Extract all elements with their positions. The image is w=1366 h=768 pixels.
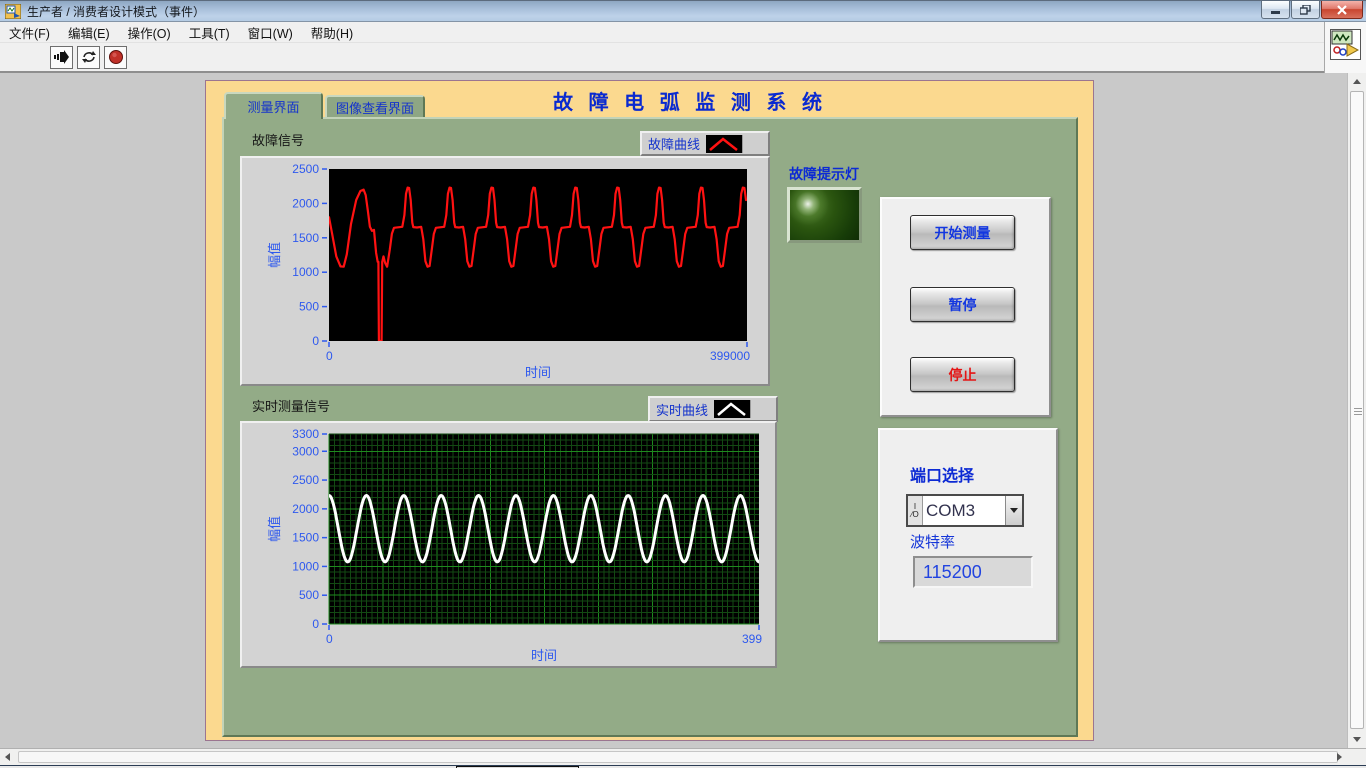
port-combo[interactable]: I⁄O COM3	[906, 494, 1024, 527]
realtime-legend[interactable]: 实时曲线	[648, 396, 778, 422]
port-value: COM3	[923, 496, 1005, 525]
menu-bar: 文件(F)编辑(E)操作(O)工具(T)窗口(W)帮助(H)	[0, 22, 1366, 43]
baud-rate-value: 115200	[913, 556, 1033, 588]
svg-text:0: 0	[326, 632, 333, 646]
fault-led[interactable]	[787, 187, 862, 243]
fault-signal-chart[interactable]: 0 500 1000 1500 2000 2500 0 399000 时间 幅值	[240, 156, 770, 386]
fault-legend-tail	[742, 135, 766, 153]
minimize-button[interactable]	[1261, 1, 1290, 19]
tab-measurement[interactable]: 测量界面	[224, 92, 323, 119]
window-title: 生产者 / 消费者设计模式（事件）	[27, 3, 205, 20]
menu-item-5[interactable]: 帮助(H)	[302, 21, 362, 44]
fault-legend-swatch	[706, 135, 742, 153]
vi-icon-graphic	[1331, 30, 1360, 59]
fault-legend[interactable]: 故障曲线	[640, 131, 770, 156]
combo-dropdown-button[interactable]	[1005, 496, 1022, 525]
svg-text:1000: 1000	[292, 265, 319, 279]
io-glyph-icon: I⁄O	[908, 496, 923, 525]
run-continuous-icon	[81, 49, 97, 65]
svg-text:幅值: 幅值	[267, 516, 282, 542]
svg-text:3300: 3300	[292, 427, 319, 441]
title-bar: 生产者 / 消费者设计模式（事件）	[0, 0, 1366, 22]
vertical-scrollbar[interactable]	[1347, 73, 1366, 748]
svg-text:399: 399	[742, 632, 762, 646]
close-icon	[1337, 5, 1347, 15]
toolbar	[0, 43, 1366, 73]
app-icon	[5, 4, 21, 19]
abort-icon	[108, 49, 124, 65]
svg-text:2000: 2000	[292, 196, 319, 210]
restore-button[interactable]	[1291, 1, 1320, 19]
realtime-signal-chart[interactable]: 0 500 1000 1500 2000 2500 3000 3300 0 399 时间 幅值	[240, 421, 777, 668]
baud-rate-label: 波特率	[910, 531, 955, 552]
pause-button[interactable]: 暂停	[910, 287, 1015, 322]
minimize-icon	[1271, 5, 1281, 14]
port-panel	[878, 428, 1058, 642]
svg-text:399000: 399000	[710, 349, 750, 363]
menu-item-0[interactable]: 文件(F)	[0, 21, 59, 44]
realtime-legend-tail	[750, 400, 774, 418]
menu-item-4[interactable]: 窗口(W)	[239, 21, 302, 44]
svg-text:时间: 时间	[531, 648, 557, 663]
svg-text:3000: 3000	[292, 444, 319, 458]
vi-icon[interactable]	[1330, 29, 1361, 60]
svg-text:2000: 2000	[292, 502, 319, 516]
abort-button[interactable]	[104, 46, 127, 69]
svg-text:1000: 1000	[292, 559, 319, 573]
svg-text:500: 500	[299, 300, 319, 314]
svg-text:1500: 1500	[292, 231, 319, 245]
fault-led-label: 故障提示灯	[789, 164, 859, 184]
thumb-grip	[1354, 408, 1362, 409]
run-arrow-icon	[54, 49, 70, 65]
scroll-right-icon[interactable]	[1337, 753, 1342, 761]
svg-text:0: 0	[312, 617, 319, 631]
chevron-down-icon	[1010, 508, 1018, 513]
run-button[interactable]	[50, 46, 73, 69]
realtime-legend-label: 实时曲线	[656, 400, 708, 419]
close-button[interactable]	[1321, 1, 1363, 19]
scroll-left-icon[interactable]	[5, 753, 10, 761]
svg-text:500: 500	[299, 588, 319, 602]
svg-text:2500: 2500	[292, 162, 319, 176]
horizontal-scrollbar[interactable]	[0, 748, 1366, 765]
fault-legend-label: 故障曲线	[648, 134, 700, 153]
scroll-down-icon[interactable]	[1353, 737, 1361, 742]
svg-text:2500: 2500	[292, 473, 319, 487]
menu-item-1[interactable]: 编辑(E)	[59, 21, 119, 44]
vertical-scroll-thumb[interactable]	[1350, 91, 1364, 729]
restore-icon	[1300, 5, 1311, 15]
menu-item-2[interactable]: 操作(O)	[119, 21, 180, 44]
fault-chart-label: 故障信号	[252, 130, 304, 149]
control-panel: 开始测量 暂停 停止	[880, 197, 1051, 417]
realtime-legend-swatch	[714, 400, 750, 418]
svg-text:时间: 时间	[525, 365, 551, 380]
svg-text:0: 0	[326, 349, 333, 363]
realtime-chart-label: 实时测量信号	[252, 396, 330, 415]
horizontal-scroll-thumb[interactable]	[18, 751, 1338, 763]
svg-text:幅值: 幅值	[267, 242, 282, 268]
tab-image-view[interactable]: 图像查看界面	[325, 95, 425, 119]
port-select-label: 端口选择	[910, 462, 974, 486]
stop-button[interactable]: 停止	[910, 357, 1015, 392]
svg-text:0: 0	[312, 334, 319, 348]
svg-text:1500: 1500	[292, 531, 319, 545]
labview-window: 生产者 / 消费者设计模式（事件） 文件(F)编辑(E)操作(O)工具(T)窗口…	[0, 0, 1366, 768]
scroll-up-icon[interactable]	[1353, 79, 1361, 84]
start-measure-button[interactable]: 开始测量	[910, 215, 1015, 250]
run-continuous-button[interactable]	[77, 46, 100, 69]
menu-item-3[interactable]: 工具(T)	[180, 21, 239, 44]
page-title: 故 障 电 弧 监 测 系 统	[500, 86, 880, 115]
